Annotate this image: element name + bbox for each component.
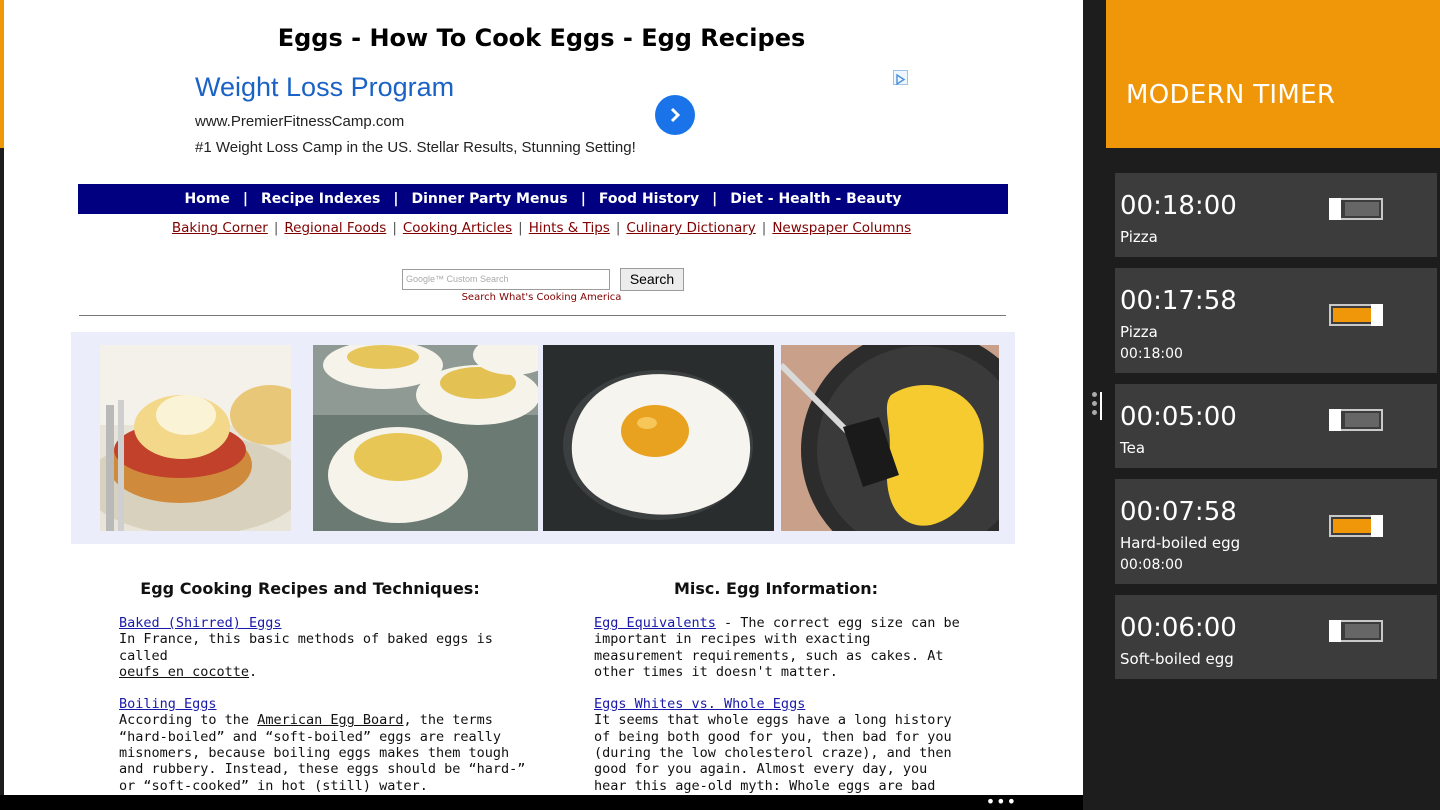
splitter-grip-icon[interactable] [1091,392,1099,420]
more-icon[interactable]: ••• [986,792,1017,810]
nav-separator: | [273,220,279,236]
timer-label: Pizza [1120,228,1158,246]
secondary-nav: Baking Corner | Regional Foods | Cooking Art… [0,220,1083,236]
timer-original-duration: 00:18:00 [1120,346,1183,362]
link-newspaper-columns[interactable]: Newspaper Columns [772,220,911,236]
timer-toggle[interactable] [1329,515,1383,537]
nav-food-history[interactable]: Food History [599,191,699,207]
ad-url[interactable]: www.PremierFitnessCamp.com [195,113,404,130]
timer-time: 00:07:58 [1120,497,1237,527]
timer-toggle[interactable] [1329,198,1383,220]
timer-toggle[interactable] [1329,304,1383,326]
nav-separator: | [518,220,523,236]
web-page: Eggs - How To Cook Eggs - Egg Recipes We… [0,0,1083,795]
timer-original-duration: 00:08:00 [1120,557,1183,573]
ad-description: #1 Weight Loss Camp in the US. Stellar R… [195,139,636,156]
timer-label: Tea [1120,439,1146,457]
nav-separator: | [392,220,397,236]
timer-card[interactable]: 00:18:00 Pizza [1115,173,1437,257]
link-baking-corner[interactable]: Baking Corner [172,220,268,236]
app-bar: ••• [0,792,1083,810]
nav-home[interactable]: Home [184,191,229,207]
ad-title-link[interactable]: Weight Loss Program [195,72,454,103]
item-text: It seems that whole eggs have a long his… [594,712,952,795]
link-regional-foods[interactable]: Regional Foods [284,220,386,236]
eggs-benedict-photo [100,345,291,531]
item-term: oeufs en cocotte [119,663,250,680]
timer-card[interactable]: 00:05:00 Tea [1115,384,1437,468]
right-column-heading: Misc. Egg Information: [673,579,879,598]
item-text: . [249,663,258,680]
nav-diet-health-beauty[interactable]: Diet - Health - Beauty [730,191,901,207]
timer-label: Soft-boiled egg [1120,650,1234,668]
link-baked-shirred-eggs[interactable]: Baked (Shirred) Eggs [119,615,282,631]
nav-recipe-indexes[interactable]: Recipe Indexes [261,191,380,207]
scrambled-eggs-photo [781,345,999,531]
ad-arrow-button[interactable] [655,95,695,135]
nav-separator: | [712,191,718,207]
timer-time: 00:05:00 [1120,402,1237,432]
chevron-right-icon [670,107,681,123]
link-boiling-eggs[interactable]: Boiling Eggs [119,696,217,712]
dark-strip [0,148,4,795]
main-nav: Home | Recipe Indexes | Dinner Party Men… [78,184,1008,214]
timer-label: Pizza [1120,323,1158,341]
timer-card[interactable]: 00:06:00 Soft-boiled egg [1115,595,1437,679]
timer-card[interactable]: 00:17:58 Pizza 00:18:00 [1115,268,1437,373]
timer-label: Hard-boiled egg [1120,534,1241,552]
deviled-eggs-photo [313,345,538,531]
link-egg-equivalents[interactable]: Egg Equivalents [594,615,716,631]
left-column: Baked (Shirred) Eggs In France, this bas… [119,615,529,795]
link-culinary-dictionary[interactable]: Culinary Dictionary [626,220,755,236]
splitter-line [1100,392,1102,420]
item-term: American Egg Board [257,712,404,729]
item-text: In France, this basic methods of baked e… [119,631,493,664]
timer-time: 00:17:58 [1120,286,1237,316]
search-caption: Search What's Cooking America [461,292,622,303]
link-hints-tips[interactable]: Hints & Tips [529,220,610,236]
timer-time: 00:18:00 [1120,191,1237,221]
fried-egg-photo [543,345,774,531]
adchoices-icon[interactable] [893,70,908,86]
item-text: According to the [119,712,250,729]
link-egg-whites-vs-whole-eggs[interactable]: Eggs Whites vs. Whole Eggs [594,696,805,712]
nav-separator: | [580,191,586,207]
timer-toggle[interactable] [1329,409,1383,431]
nav-separator: | [615,220,621,236]
timer-header: MODERN TIMER [1106,0,1440,148]
nav-separator: | [393,191,399,207]
search-input[interactable]: Google™ Custom Search [402,269,610,290]
timer-toggle[interactable] [1329,620,1383,642]
timer-card[interactable]: 00:07:58 Hard-boiled egg 00:08:00 [1115,479,1437,584]
left-column-heading: Egg Cooking Recipes and Techniques: [140,579,480,598]
divider [79,315,1006,316]
page-title: Eggs - How To Cook Eggs - Egg Recipes [277,24,806,52]
right-column: Egg Equivalents - The correct egg size c… [594,615,964,795]
nav-separator: | [242,191,248,207]
link-cooking-articles[interactable]: Cooking Articles [403,220,512,236]
app-title: MODERN TIMER [1126,80,1336,110]
timer-app: MODERN TIMER 00:18:00 Pizza 00:17:58 Piz… [1106,0,1440,810]
search-button[interactable]: Search [620,268,684,291]
accent-strip [0,0,4,148]
nav-separator: | [761,220,767,236]
timer-time: 00:06:00 [1120,613,1237,643]
nav-dinner-party-menus[interactable]: Dinner Party Menus [411,191,567,207]
